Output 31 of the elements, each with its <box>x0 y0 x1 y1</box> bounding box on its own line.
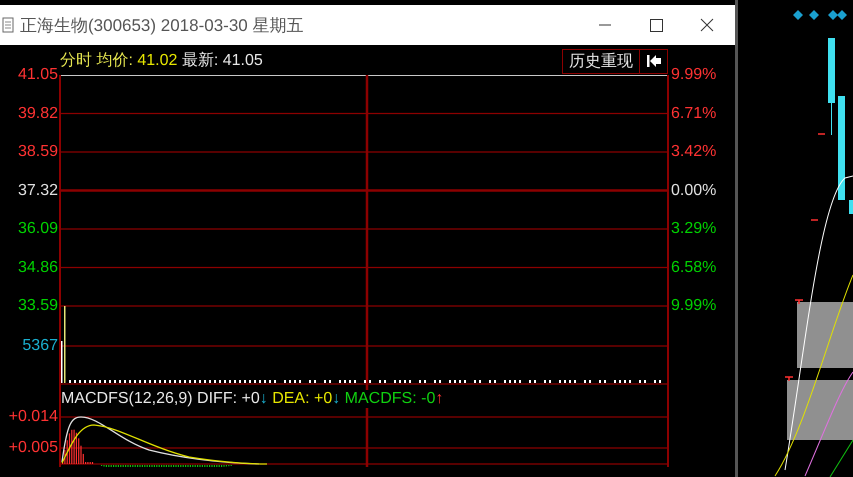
candlestick <box>849 200 853 214</box>
price-axis-label: 38.59 <box>18 143 58 161</box>
percent-axis-label: 6.71% <box>671 104 716 122</box>
percent-axis-label: 0.00% <box>671 182 716 200</box>
price-axis-label: 41.05 <box>18 66 58 84</box>
price-axis-label: 37.32 <box>18 182 58 200</box>
price-axis-label: 34.86 <box>18 258 58 276</box>
skip-back-icon <box>646 54 662 68</box>
percent-axis-label: 3.42% <box>671 143 716 161</box>
macd-axis-label: +0.005 <box>8 439 58 457</box>
quote-summary: 分时 均价: 41.02 最新: 41.05 <box>60 50 263 70</box>
volume-axis-label: 5367 <box>22 337 58 355</box>
volume-block <box>787 380 853 440</box>
price-tick-mark <box>818 133 825 135</box>
price-tick-mark <box>794 299 804 305</box>
percent-axis-label: 3.29% <box>671 220 716 238</box>
percent-axis-label: 9.99% <box>671 66 716 84</box>
back-to-start-button[interactable] <box>640 48 668 74</box>
window-title: 正海生物(300653) 2018-03-30 星期五 <box>20 14 304 36</box>
price-axis-label: 33.59 <box>18 297 58 315</box>
price-axis-label: 39.82 <box>18 104 58 122</box>
macd-legend: MACDFS(12,26,9) DIFF: +0↓ DEA: +0↓ MACDFS: -0↑ <box>61 390 444 408</box>
history-replay-button[interactable]: 历史重现 <box>562 48 640 74</box>
percent-axis-label: 9.99% <box>671 297 716 315</box>
price-axis-label: 36.09 <box>18 220 58 238</box>
price-tick-mark <box>811 219 818 221</box>
volume-block <box>797 302 853 368</box>
diamond-markers <box>793 10 847 20</box>
percent-axis-label: 6.58% <box>671 258 716 276</box>
macd-axis-label: +0.014 <box>8 408 58 426</box>
price-tick-mark <box>784 376 794 382</box>
